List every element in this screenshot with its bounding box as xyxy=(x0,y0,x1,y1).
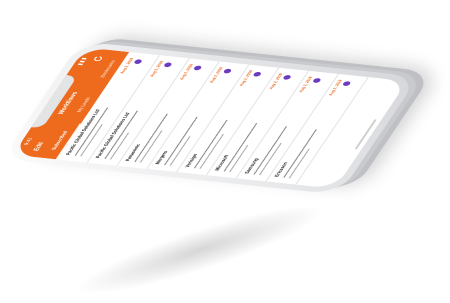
avatar xyxy=(312,77,322,84)
status-time: 9:41 xyxy=(22,137,35,146)
avatar xyxy=(252,71,263,77)
avatar xyxy=(222,68,233,74)
avatar xyxy=(192,65,203,71)
mockup-stage: 9:41 ▮▮▮ Edit Workflows Subscribed My Le… xyxy=(0,0,450,303)
avatar xyxy=(163,62,173,68)
avatar xyxy=(282,74,292,80)
avatar xyxy=(133,59,143,65)
phone-screen: 9:41 ▮▮▮ Edit Workflows Subscribed My Le… xyxy=(12,47,408,189)
phone-shadow xyxy=(70,190,330,303)
status-indicators: ▮▮▮ xyxy=(76,56,89,66)
phone-device: 9:41 ▮▮▮ Edit Workflows Subscribed My Le… xyxy=(1,41,419,195)
avatar xyxy=(341,81,352,87)
refresh-icon[interactable] xyxy=(91,55,105,63)
